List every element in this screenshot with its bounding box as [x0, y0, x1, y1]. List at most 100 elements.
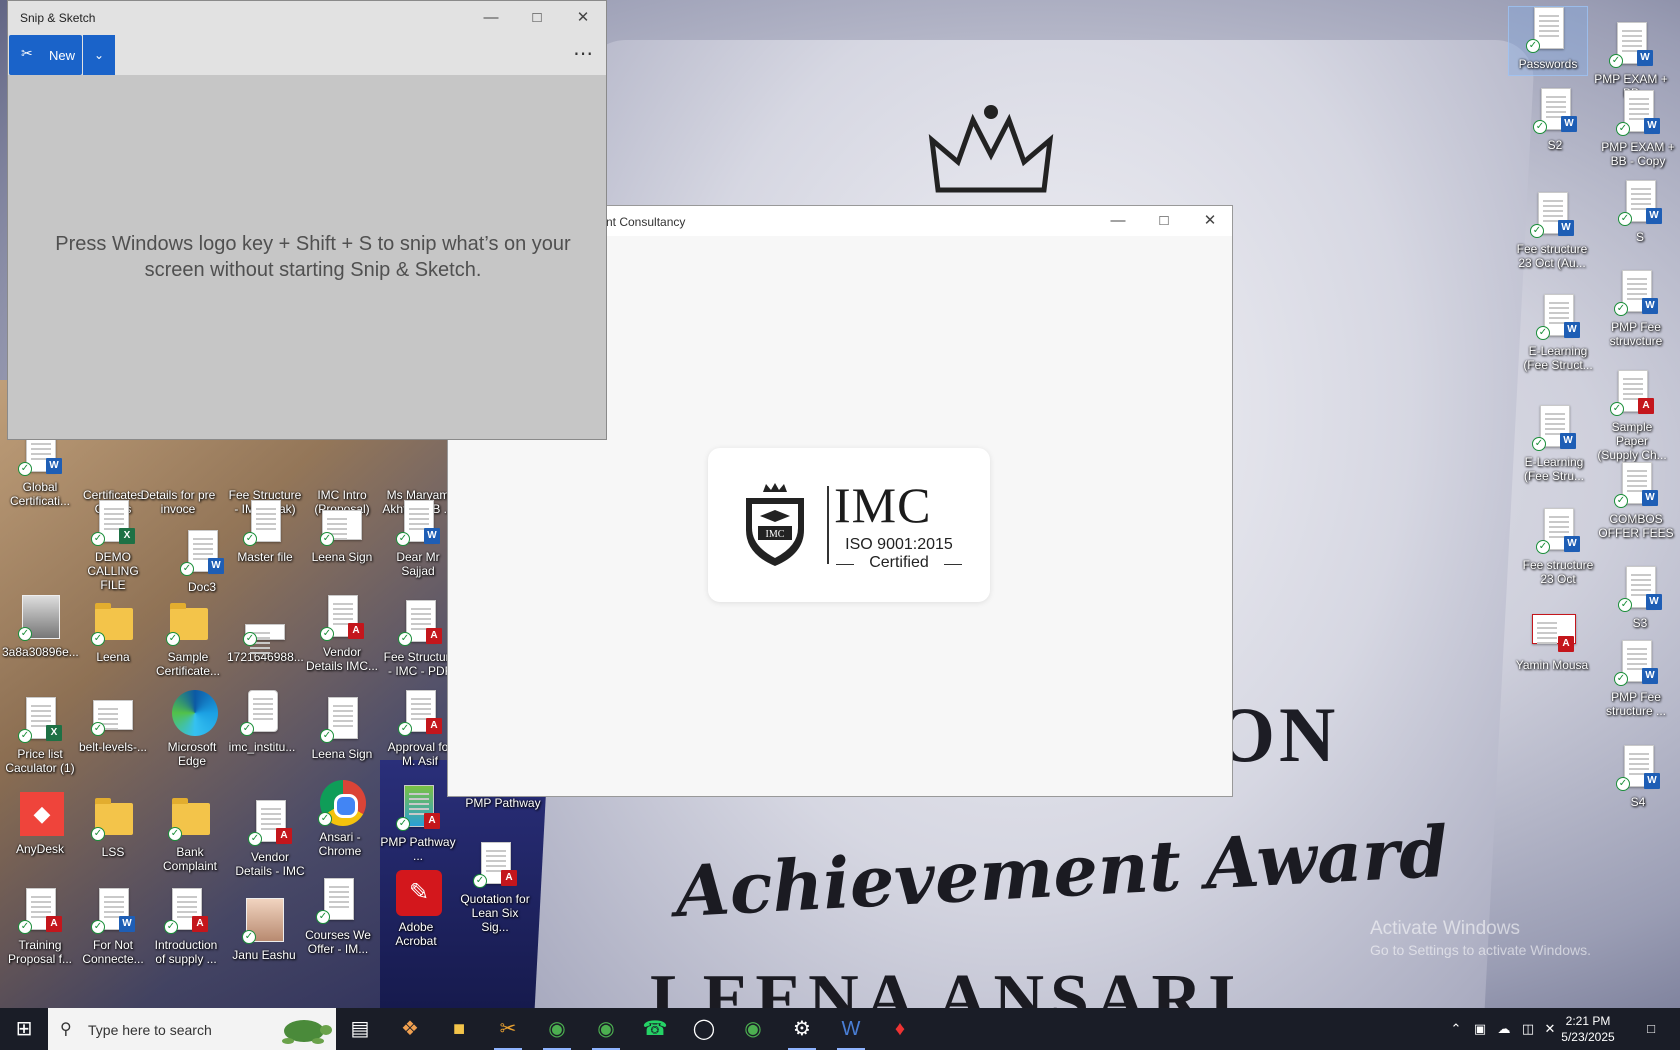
- desktop-icon-courses-we-offer[interactable]: ✓ Courses We Offer - IM...: [298, 878, 378, 956]
- desktop-icon-master-file[interactable]: ✓ Master file: [225, 500, 305, 564]
- desktop-icon-combos-offer-fees[interactable]: W ✓ COMBOS OFFER FEES: [1596, 462, 1676, 540]
- desktop-icon-introduction-supply[interactable]: A ✓ Introduction of supply ...: [146, 888, 226, 966]
- gear-icon: ⚙: [793, 1018, 811, 1040]
- notification-icon: □: [1647, 1021, 1655, 1036]
- imc-crest-icon: IMC: [746, 483, 804, 566]
- more-options-button[interactable]: ⋯: [573, 41, 594, 66]
- tray-meet-now[interactable]: ▣: [1468, 1008, 1492, 1050]
- desktop-icon-ansari-chrome[interactable]: ✓ Ansari - Chrome: [300, 780, 380, 858]
- desktop-icon-imc-institu[interactable]: ✓ imc_institu...: [222, 690, 302, 754]
- chevron-down-icon: ⌄: [93, 48, 105, 62]
- desktop-icon-passwords[interactable]: ✓ Passwords: [1508, 6, 1588, 76]
- desktop-icon-3a8a30896e[interactable]: ✓ 3a8a30896e...: [0, 595, 80, 659]
- desktop-icon-sample-paper[interactable]: A ✓ Sample Paper (Supply Ch...: [1592, 370, 1672, 462]
- desktop-icon-quotation-lean[interactable]: A ✓ Quotation for Lean Six Sig...: [455, 842, 535, 934]
- maximize-icon[interactable]: □: [1141, 206, 1187, 236]
- taskbar-app-y[interactable]: ◯: [680, 1008, 728, 1050]
- clock-time: 2:21 PM: [1565, 1014, 1611, 1028]
- search-placeholder: Type here to search: [88, 1022, 212, 1038]
- maximize-icon[interactable]: □: [514, 1, 560, 35]
- show-hidden-icons-button[interactable]: ⌃: [1444, 1008, 1468, 1050]
- desktop-icon-vendor-details-imc-2[interactable]: A ✓ Vendor Details - IMC: [230, 800, 310, 878]
- logo-iso-text: ISO 9001:2015: [845, 536, 953, 553]
- new-snip-dropdown-button[interactable]: ⌄: [83, 35, 115, 75]
- desktop-icon-1721646988[interactable]: ✓ 1721646988...: [225, 600, 305, 664]
- acrobat-icon: ♦: [894, 1018, 906, 1040]
- desktop-icon-microsoft-edge[interactable]: Microsoft Edge: [152, 690, 232, 768]
- desktop-icon-yamin-mousa[interactable]: A Yamin Mousa: [1512, 608, 1592, 672]
- desktop-icon-lss[interactable]: ✓ LSS: [73, 795, 153, 859]
- desktop-icon-s3[interactable]: W ✓ S3: [1600, 566, 1680, 630]
- desktop-icon-for-not-connecte[interactable]: W ✓ For Not Connecte...: [73, 888, 153, 966]
- desktop-icon-training-proposal[interactable]: A ✓ Training Proposal f...: [0, 888, 80, 966]
- minimize-icon[interactable]: —: [1095, 206, 1141, 236]
- desktop-icon-s4[interactable]: W ✓ S4: [1598, 745, 1678, 809]
- taskbar-settings[interactable]: ⚙: [778, 1008, 826, 1050]
- crown-icon: [928, 105, 1054, 193]
- taskbar-clock[interactable]: 2:21 PM 5/23/2025: [1548, 1013, 1628, 1045]
- desktop-icon-price-list[interactable]: X ✓ Price list Caculator (1): [0, 697, 80, 775]
- desktop-icon-janu-eashu[interactable]: ✓ Janu Eashu: [224, 898, 304, 962]
- desktop-icon-sample-certificate[interactable]: ✓ Sample Certificate...: [148, 600, 228, 678]
- desktop-icon-elearning-2[interactable]: W ✓ E-Learning (Fee Stru...: [1514, 405, 1594, 483]
- search-icon: ⚲: [60, 1021, 72, 1038]
- desktop-icon-belt-levels[interactable]: ✓ belt-levels-...: [73, 690, 153, 754]
- snip-sketch-window[interactable]: Snip & Sketch — □ ✕ ✂ New ⌄ ⋯ Press Wind…: [7, 0, 607, 440]
- close-icon[interactable]: ✕: [560, 1, 606, 35]
- desktop-icon-dear-mr-sajjad[interactable]: W ✓ Dear Mr Sajjad: [378, 500, 458, 578]
- desktop-icon-leena-folder[interactable]: ✓ Leena: [73, 600, 153, 664]
- tray-network[interactable]: ◫: [1516, 1008, 1540, 1050]
- logo-line-right: [944, 564, 962, 565]
- taskbar-snip-sketch[interactable]: ✂: [484, 1008, 532, 1050]
- desktop-icon-pmp-exam-bb-copy[interactable]: W ✓ PMP EXAM + BB - Copy: [1598, 90, 1678, 168]
- taskbar-chrome-1[interactable]: ◉: [533, 1008, 581, 1050]
- task-view-button[interactable]: ▤: [336, 1008, 384, 1050]
- taskbar-file-explorer[interactable]: ■: [435, 1008, 483, 1050]
- imc-window-title: nt Consultancy: [606, 215, 686, 229]
- chrome-icon: ◉: [597, 1018, 615, 1040]
- desktop-icon-pmp-fee-structure[interactable]: W ✓ PMP Fee structure ...: [1596, 640, 1676, 718]
- desktop-icon-elearning-1[interactable]: W ✓ E-Learning (Fee Struct...: [1518, 294, 1598, 372]
- word-icon: W: [841, 1018, 861, 1040]
- desktop-icon-pmp-pathway-1[interactable]: A ✓ PMP Pathway ...: [378, 785, 458, 863]
- new-snip-button[interactable]: ✂ New: [9, 35, 82, 75]
- tray-onedrive[interactable]: ☁: [1492, 1008, 1516, 1050]
- minimize-icon[interactable]: —: [468, 1, 514, 35]
- desktop-icon-leena-sign-1[interactable]: ✓ Leena Sign: [302, 500, 382, 564]
- desktop-icon-pmp-fee-struvcture[interactable]: W ✓ PMP Fee struvcture: [1596, 270, 1676, 348]
- svg-text:IMC: IMC: [766, 529, 785, 540]
- desktop-icon-global-certificati[interactable]: W ✓ Global Certificati...: [0, 430, 80, 508]
- desktop-icon-adobe-acrobat[interactable]: ✎ Adobe Acrobat: [376, 870, 456, 948]
- taskbar-chrome-2[interactable]: ◉: [582, 1008, 630, 1050]
- cloud-icon: ☁: [1497, 1021, 1511, 1036]
- taskbar-acrobat[interactable]: ♦: [876, 1008, 924, 1050]
- desktop-icon-s2[interactable]: W ✓ S2: [1515, 88, 1595, 152]
- desktop-icon-fee-structure-23oct-au[interactable]: W ✓ Fee structure 23 Oct (Au...: [1512, 192, 1592, 270]
- desktop-icon-details-pre-invoce[interactable]: Details for pre invoce: [138, 438, 218, 516]
- taskbar-chrome-3[interactable]: ◉: [729, 1008, 777, 1050]
- windows-logo-icon: ⊞: [15, 1018, 33, 1040]
- whatsapp-icon: ☎: [642, 1018, 668, 1040]
- start-button[interactable]: ⊞: [0, 1008, 48, 1050]
- close-icon[interactable]: ✕: [1187, 206, 1233, 236]
- snip-titlebar[interactable]: Snip & Sketch — □ ✕: [8, 1, 606, 35]
- desktop-icon-fee-structure-23oct[interactable]: W ✓ Fee structure 23 Oct: [1518, 508, 1598, 586]
- desktop-icon-pmp-pathway-2[interactable]: PMP Pathway: [463, 796, 543, 810]
- activate-windows-subtext: Go to Settings to activate Windows.: [1370, 942, 1591, 958]
- desktop-icon-s[interactable]: W ✓ S: [1600, 180, 1680, 244]
- taskbar-copilot[interactable]: ❖: [386, 1008, 434, 1050]
- camera-icon: ▣: [1473, 1021, 1487, 1036]
- desktop-icon-bank-complaint[interactable]: ✓ Bank Complaint: [150, 795, 230, 873]
- desktop-icon-vendor-details-imc-1[interactable]: A ✓ Vendor Details IMC...: [302, 595, 382, 673]
- taskbar: ⊞ ⚲ Type here to search ▤ ❖ ■ ✂ ◉ ◉ ☎ ◯ …: [0, 1008, 1680, 1050]
- desktop-icon-anydesk[interactable]: ◆ AnyDesk: [0, 792, 80, 856]
- desktop-icon-pmp-exam-bb[interactable]: W✓PMP EXAM + BB: [1591, 22, 1671, 100]
- clock-date: 5/23/2025: [1561, 1030, 1615, 1044]
- notification-center-button[interactable]: □: [1630, 1008, 1672, 1050]
- task-view-icon: ▤: [350, 1018, 370, 1040]
- app-y-icon: ◯: [692, 1018, 716, 1040]
- taskbar-word[interactable]: W: [827, 1008, 875, 1050]
- taskbar-search-box[interactable]: ⚲ Type here to search: [48, 1008, 336, 1050]
- desktop-icon-leena-sign-2[interactable]: ✓ Leena Sign: [302, 697, 382, 761]
- taskbar-whatsapp[interactable]: ☎: [631, 1008, 679, 1050]
